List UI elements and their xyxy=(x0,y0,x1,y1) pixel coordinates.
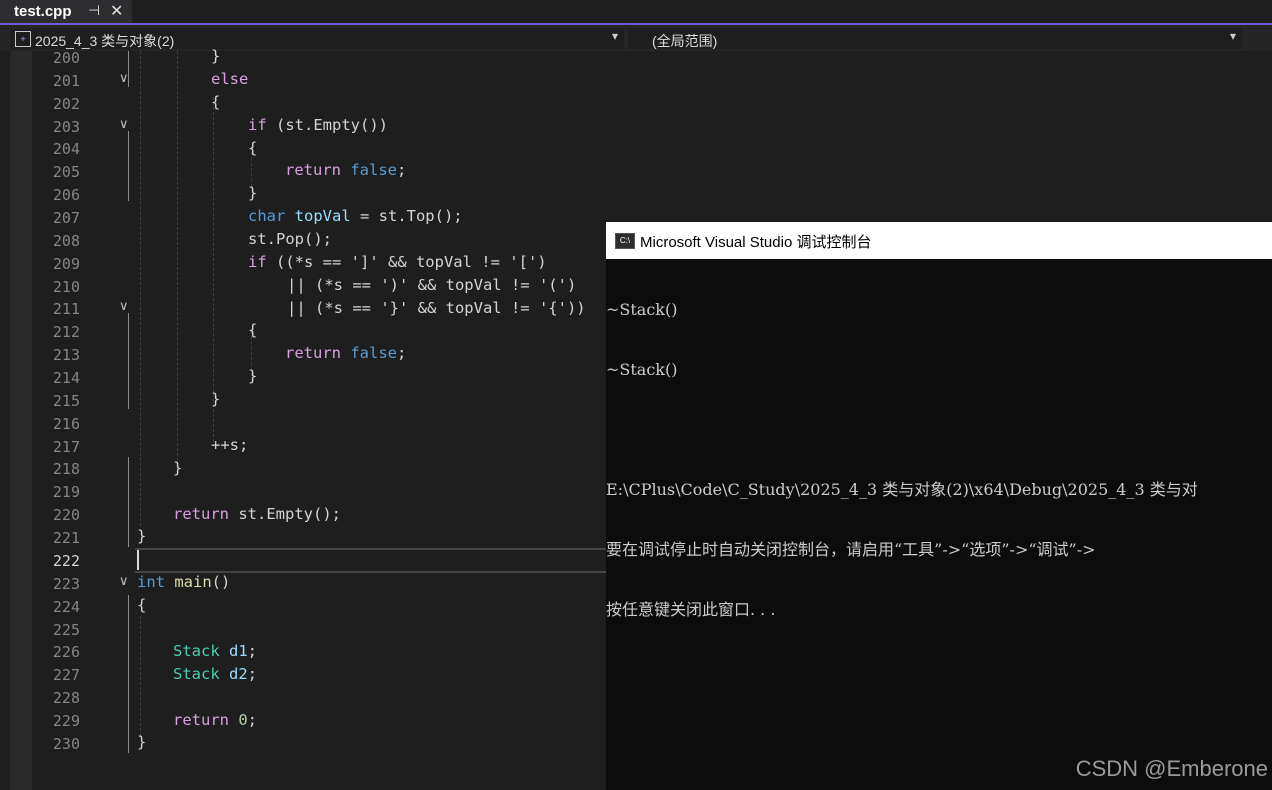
project-label: 2025_4_3 类与对象(2) xyxy=(35,33,175,49)
console-line: E:\CPlus\Code\C_Study\2025_4_3 类与对象(2)\x… xyxy=(606,480,1198,499)
code-line: } xyxy=(211,47,221,65)
line-number: 225 xyxy=(52,621,80,639)
console-line: 按任意键关闭此窗口. . . xyxy=(606,600,776,619)
line-number: 226 xyxy=(52,643,80,661)
line-number: 228 xyxy=(52,689,80,707)
console-line: ~Stack() xyxy=(606,360,678,379)
watermark: CSDN @Emberone xyxy=(1075,756,1268,781)
chevron-down-icon: ▾ xyxy=(1229,29,1236,43)
code-line: } xyxy=(137,733,147,751)
scope-dropdown[interactable]: (全局范围) ▾ xyxy=(628,29,1242,49)
code-line: } xyxy=(248,184,258,202)
line-number: 223 xyxy=(52,575,80,593)
scope-line xyxy=(128,131,129,201)
code-line: || (*s == '}' && topVal != '{')) xyxy=(287,299,586,317)
console-line: ~Stack() xyxy=(606,300,678,319)
editor-margin xyxy=(10,51,32,790)
line-number: 202 xyxy=(52,95,80,113)
code-line: ++s; xyxy=(211,436,249,454)
line-number-current: 222 xyxy=(52,552,80,570)
code-line: { xyxy=(248,321,258,339)
code-line: } xyxy=(137,527,147,545)
tab-title: test.cpp xyxy=(14,3,72,20)
line-number: 211 xyxy=(52,300,80,318)
indent-guide xyxy=(140,616,141,736)
line-number: 206 xyxy=(52,186,80,204)
indent-guide xyxy=(177,51,178,461)
code-line: else xyxy=(211,70,249,88)
line-number: 204 xyxy=(52,140,80,158)
line-number: 220 xyxy=(52,506,80,524)
line-number: 215 xyxy=(52,392,80,410)
navigation-bar: + 2025_4_3 类与对象(2) ▾ (全局范围) ▾ xyxy=(0,25,1272,51)
line-number: 212 xyxy=(52,323,80,341)
debug-console-window[interactable]: C:\ Microsoft Visual Studio 调试控制台 ~Stack… xyxy=(606,222,1272,790)
line-number: 218 xyxy=(52,460,80,478)
tab-bar: test.cpp ⊣ ✕ xyxy=(0,0,1272,25)
console-title: Microsoft Visual Studio 调试控制台 xyxy=(640,234,872,251)
chevron-down-icon: ▾ xyxy=(611,29,618,43)
project-dropdown[interactable]: + 2025_4_3 类与对象(2) ▾ xyxy=(10,29,624,49)
code-line: Stack d2; xyxy=(173,665,258,683)
line-number: 227 xyxy=(52,666,80,684)
code-line: return st.Empty(); xyxy=(173,505,341,523)
fold-toggle-icon[interactable]: ∨ xyxy=(119,299,129,314)
code-line: Stack d1; xyxy=(173,642,258,660)
line-number: 219 xyxy=(52,483,80,501)
code-line: st.Pop(); xyxy=(248,230,332,248)
line-number: 208 xyxy=(52,232,80,250)
code-line: { xyxy=(211,93,221,111)
code-line: return false; xyxy=(285,344,407,362)
code-line: { xyxy=(137,596,147,614)
code-line: if (st.Empty()) xyxy=(248,116,388,134)
scope-line xyxy=(128,457,129,547)
tab-test-cpp[interactable]: test.cpp ⊣ ✕ xyxy=(0,0,132,25)
current-line-highlight xyxy=(135,548,615,573)
console-output: ~Stack() ~Stack() E:\CPlus\Code\C_Study\… xyxy=(606,260,1198,660)
code-line: || (*s == ')' && topVal != '(') xyxy=(287,276,577,294)
fold-toggle-icon[interactable]: ∨ xyxy=(119,117,129,132)
project-icon: + xyxy=(15,31,31,47)
line-number: 209 xyxy=(52,255,80,273)
line-number: 217 xyxy=(52,438,80,456)
line-number: 205 xyxy=(52,163,80,181)
scope-line xyxy=(128,313,129,409)
code-line: return 0; xyxy=(173,711,258,729)
text-caret xyxy=(137,550,139,570)
console-line: 要在调试停止时自动关闭控制台，请启用“工具”->“选项”->“调试”-> xyxy=(606,540,1096,559)
code-line: } xyxy=(248,367,258,385)
code-line: { xyxy=(248,139,258,157)
scope-line xyxy=(128,595,129,753)
console-titlebar[interactable]: C:\ Microsoft Visual Studio 调试控制台 xyxy=(606,222,1272,259)
line-number: 221 xyxy=(52,529,80,547)
console-app-icon: C:\ xyxy=(615,233,635,249)
line-number: 224 xyxy=(52,598,80,616)
fold-toggle-icon[interactable]: ∨ xyxy=(119,574,129,589)
indent-guide xyxy=(140,51,141,526)
line-number: 230 xyxy=(52,735,80,753)
line-number: 207 xyxy=(52,209,80,227)
code-line: if ((*s == ']' && topVal != '[') xyxy=(248,253,547,271)
code-line: return false; xyxy=(285,161,407,179)
line-number: 216 xyxy=(52,415,80,433)
code-line: int main() xyxy=(137,573,231,591)
line-number: 214 xyxy=(52,369,80,387)
pin-icon[interactable]: ⊣ xyxy=(88,2,100,19)
line-number: 229 xyxy=(52,712,80,730)
code-line: } xyxy=(211,390,221,408)
code-line: } xyxy=(173,459,183,477)
scope-line xyxy=(128,51,129,87)
line-number: 203 xyxy=(52,118,80,136)
scope-label: (全局范围) xyxy=(652,33,718,49)
line-number: 200 xyxy=(52,49,80,67)
line-number: 210 xyxy=(52,278,80,296)
line-number: 213 xyxy=(52,346,80,364)
close-icon[interactable]: ✕ xyxy=(110,1,123,21)
line-number: 201 xyxy=(52,72,80,90)
code-line: char topVal = st.Top(); xyxy=(248,207,463,225)
